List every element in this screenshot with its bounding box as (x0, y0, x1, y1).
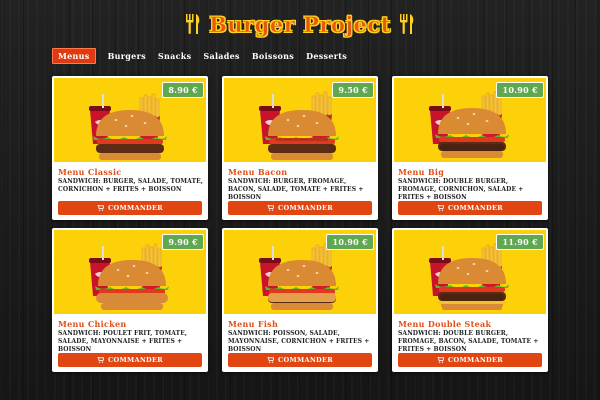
nav-item-boissons[interactable]: Boissons (252, 51, 294, 61)
nav-item-burgers[interactable]: Burgers (108, 51, 146, 61)
order-button[interactable]: Commander (228, 353, 372, 367)
price-badge: 10.90 € (496, 82, 544, 98)
menu-title: Menu Chicken (58, 319, 127, 329)
menu-description: Sandwich: Poulet Frit, Tomate, Salade, M… (58, 330, 188, 353)
menu-title: Menu Double Steak (398, 319, 492, 329)
menu-description: Sandwich: Double Burger, Fromage, Bacon,… (398, 330, 539, 353)
order-button-label: Commander (278, 204, 333, 212)
cart-icon (97, 205, 105, 211)
menu-description: Sandwich: Double Burger, Fromage, Cornic… (398, 178, 524, 201)
price-badge: 11.90 € (496, 234, 544, 250)
menu-card: 10.90 € Menu Big Sandwich: Double Burger… (392, 76, 548, 220)
price-badge: 9.50 € (332, 82, 374, 98)
menu-title: Menu Big (398, 167, 445, 177)
order-button[interactable]: Commander (228, 201, 372, 215)
menu-description: Sandwich: Burger, Salade, Tomate, Cornic… (58, 178, 204, 193)
order-button-label: Commander (278, 356, 333, 364)
order-button[interactable]: Commander (398, 353, 542, 367)
order-button[interactable]: Commander (58, 353, 202, 367)
cart-icon (97, 357, 105, 363)
nav-item-desserts[interactable]: Desserts (306, 51, 347, 61)
menu-card: 9.50 € Menu Bacon Sandwich: Burger, From… (222, 76, 378, 220)
cart-icon (437, 205, 445, 211)
nav-item-salades[interactable]: Salades (203, 51, 239, 61)
order-button-label: Commander (108, 356, 163, 364)
cart-icon (437, 357, 445, 363)
price-badge: 10.90 € (326, 234, 374, 250)
order-button-label: Commander (448, 204, 503, 212)
menu-title: Menu Classic (58, 167, 122, 177)
site-title: Burger Project (209, 11, 391, 37)
order-button[interactable]: Commander (398, 201, 542, 215)
nav-item-menus[interactable]: Menus (52, 48, 96, 64)
category-nav: Menus Burgers Snacks Salades Boissons De… (52, 48, 347, 64)
cart-icon (267, 357, 275, 363)
cart-icon (267, 205, 275, 211)
price-badge: 9.90 € (162, 234, 204, 250)
menu-title: Menu Fish (228, 319, 279, 329)
menu-description: Sandwich: Poisson, Salade, Mayonnaise, C… (228, 330, 370, 353)
order-button[interactable]: Commander (58, 201, 202, 215)
price-badge: 8.90 € (162, 82, 204, 98)
menu-card: 9.90 € Menu Chicken Sandwich: Poulet Fri… (52, 228, 208, 372)
cutlery-icon (399, 14, 414, 34)
order-button-label: Commander (108, 204, 163, 212)
site-header: Burger Project (0, 10, 600, 38)
nav-item-snacks[interactable]: Snacks (158, 51, 192, 61)
order-button-label: Commander (448, 356, 503, 364)
menu-title: Menu Bacon (228, 167, 288, 177)
menu-description: Sandwich: Burger, Fromage, Bacon, Salade… (228, 178, 364, 201)
menu-card: 10.90 € Menu Fish Sandwich: Poisson, Sal… (222, 228, 378, 372)
menu-card: 11.90 € Menu Double Steak Sandwich: Doub… (392, 228, 548, 372)
cutlery-icon (186, 14, 200, 34)
menu-card: 8.90 € Menu Classic Sandwich: Burger, Sa… (52, 76, 208, 220)
